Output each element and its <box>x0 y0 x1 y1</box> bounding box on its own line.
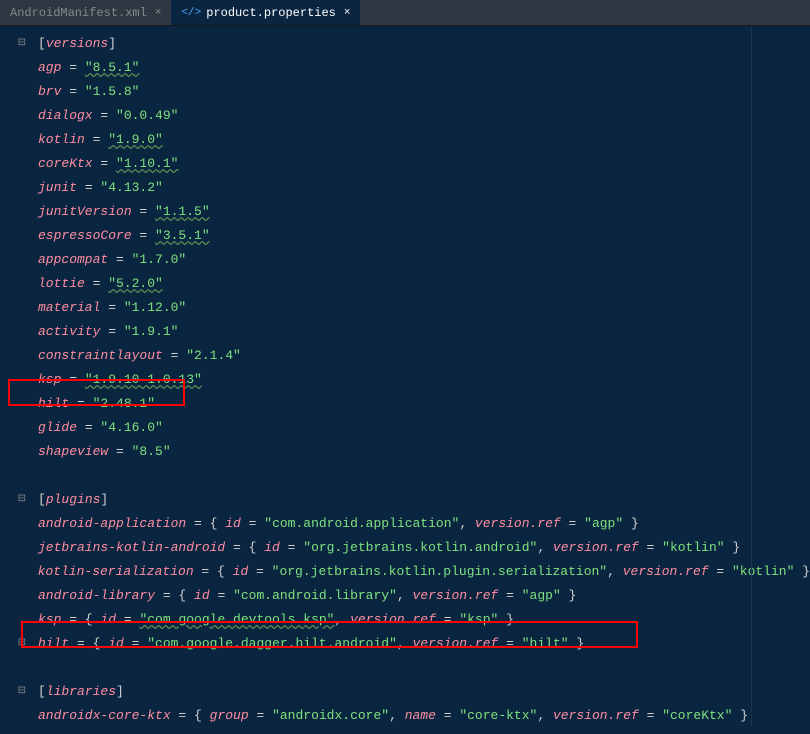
code-line[interactable]: agp = "8.5.1" <box>8 56 810 80</box>
code-line[interactable]: ksp = "1.9.10-1.0.13" <box>8 368 810 392</box>
close-icon[interactable]: × <box>344 7 351 19</box>
code-line[interactable]: junit = "4.13.2" <box>8 176 810 200</box>
code-line[interactable]: material = "1.12.0" <box>8 296 810 320</box>
ruler-line <box>751 26 752 726</box>
code-line[interactable]: kotlin-serialization = { id = "org.jetbr… <box>8 560 810 584</box>
code-editor[interactable]: ⊟[versions] agp = "8.5.1"brv = "1.5.8"di… <box>0 26 810 734</box>
code-line[interactable]: kotlin = "1.9.0" <box>8 128 810 152</box>
code-line[interactable]: glide = "4.16.0" <box>8 416 810 440</box>
code-line[interactable]: constraintlayout = "2.1.4" <box>8 344 810 368</box>
fold-icon[interactable]: ⊟ <box>18 488 26 512</box>
file-icon: </> <box>181 7 201 19</box>
code-line[interactable]: android-library = { id = "com.android.li… <box>8 584 810 608</box>
tab-label: AndroidManifest.xml <box>10 6 147 20</box>
fold-icon[interactable]: ⊟ <box>18 680 26 704</box>
code-line[interactable]: coreKtx = "1.10.1" <box>8 152 810 176</box>
code-line[interactable]: espressoCore = "3.5.1" <box>8 224 810 248</box>
code-line[interactable]: dialogx = "0.0.49" <box>8 104 810 128</box>
code-line[interactable]: hilt = "2.48.1" <box>8 392 810 416</box>
code-line[interactable]: ksp = { id = "com.google.devtools.ksp", … <box>8 608 810 632</box>
code-line[interactable]: ⊟hilt = { id = "com.google.dagger.hilt.a… <box>8 632 810 656</box>
code-line[interactable]: junitVersion = "1.1.5" <box>8 200 810 224</box>
tab-product-properties[interactable]: </> product.properties × <box>171 0 360 25</box>
close-icon[interactable]: × <box>155 7 162 19</box>
code-line[interactable]: android-application = { id = "com.androi… <box>8 512 810 536</box>
fold-icon[interactable]: ⊟ <box>18 32 26 56</box>
tab-label: product.properties <box>206 6 336 20</box>
code-line[interactable]: appcompat = "1.7.0" <box>8 248 810 272</box>
tab-androidmanifest[interactable]: AndroidManifest.xml × <box>0 0 171 25</box>
code-line[interactable]: jetbrains-kotlin-android = { id = "org.j… <box>8 536 810 560</box>
code-line[interactable]: shapeview = "8.5" <box>8 440 810 464</box>
code-line[interactable]: lottie = "5.2.0" <box>8 272 810 296</box>
code-line[interactable]: brv = "1.5.8" <box>8 80 810 104</box>
fold-icon[interactable]: ⊟ <box>18 632 26 656</box>
code-line[interactable]: activity = "1.9.1" <box>8 320 810 344</box>
code-line[interactable]: androidx-core-ktx = { group = "androidx.… <box>8 704 810 728</box>
tab-bar: AndroidManifest.xml × </> product.proper… <box>0 0 810 26</box>
